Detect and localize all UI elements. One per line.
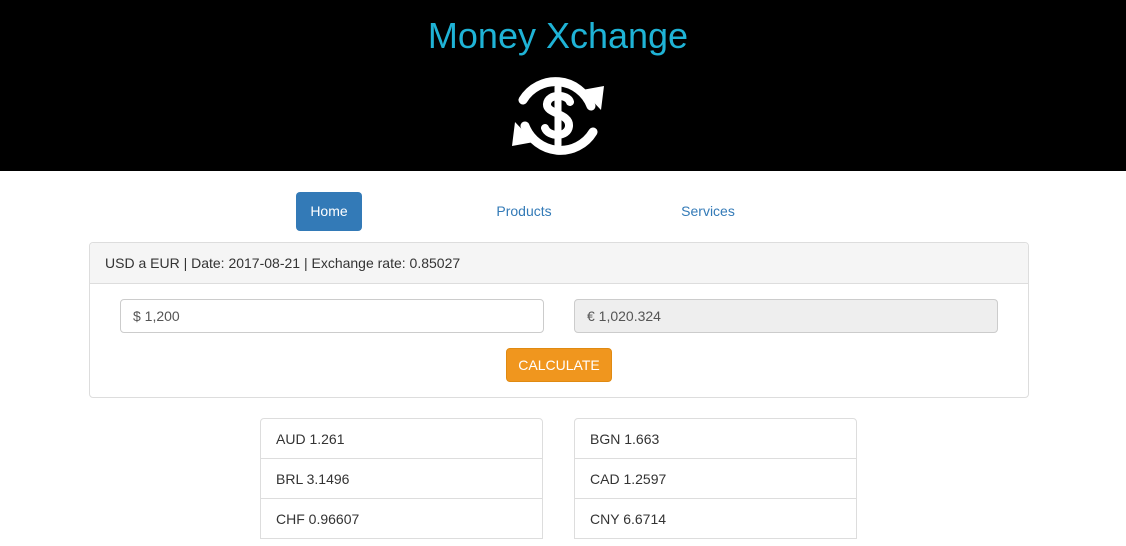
converter-panel: USD a EUR | Date: 2017-08-21 | Exchange … — [89, 242, 1029, 398]
calculate-button[interactable]: CALCULATE — [506, 348, 612, 382]
main-nav: Home Products Services — [0, 192, 1126, 232]
result-field: € 1,020.324 — [574, 299, 998, 333]
nav-services[interactable]: Services — [671, 192, 745, 231]
rate-item: CAD 1.2597 — [574, 458, 857, 499]
header: Money Xchange — [0, 0, 1126, 171]
rates-list-right: BGN 1.663 CAD 1.2597 CNY 6.6714 — [574, 418, 857, 539]
dollar-exchange-icon — [512, 77, 604, 155]
nav-home[interactable]: Home — [296, 192, 362, 231]
rate-item: AUD 1.261 — [260, 418, 543, 459]
rate-item: CHF 0.96607 — [260, 498, 543, 539]
rate-item: BGN 1.663 — [574, 418, 857, 459]
app-title: Money Xchange — [427, 15, 689, 56]
rates-list-left: AUD 1.261 BRL 3.1496 CHF 0.96607 — [260, 418, 543, 539]
nav-products[interactable]: Products — [486, 192, 562, 231]
rate-item: BRL 3.1496 — [260, 458, 543, 499]
rate-item: CNY 6.6714 — [574, 498, 857, 539]
amount-input[interactable]: $ 1,200 — [120, 299, 544, 333]
converter-heading: USD a EUR | Date: 2017-08-21 | Exchange … — [90, 243, 1028, 284]
